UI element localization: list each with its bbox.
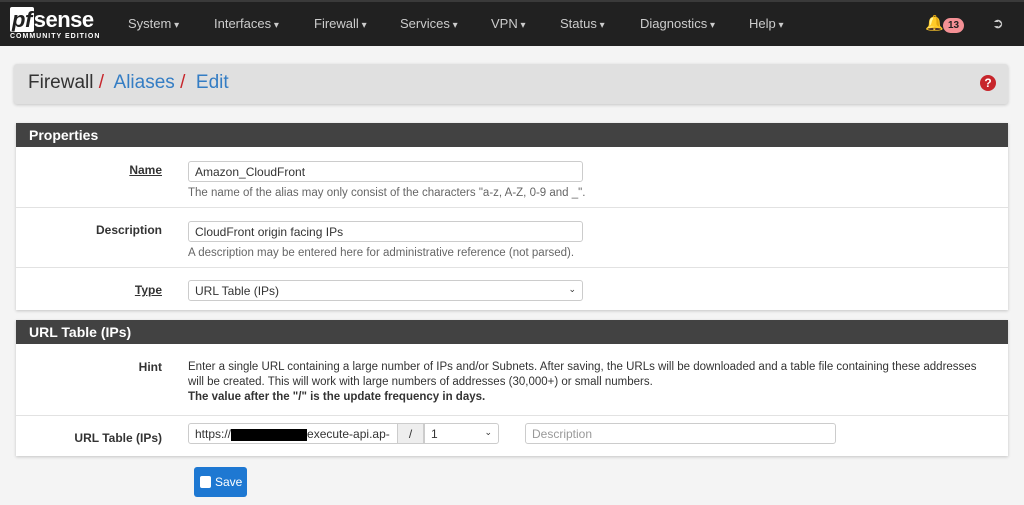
menu-diagnostics[interactable]: Diagnostics	[640, 16, 715, 31]
slash-addon: /	[397, 423, 424, 444]
bell-icon[interactable]: 🔔	[925, 14, 944, 32]
hint-bold: The value after the "/" is the update fr…	[188, 391, 486, 403]
url-table-panel: URL Table (IPs) Hint Enter a single URL …	[16, 320, 1008, 456]
menu-interfaces[interactable]: Interfaces	[214, 16, 279, 31]
breadcrumb-firewall: Firewall	[28, 72, 94, 93]
url-input[interactable]: https://execute-api.ap-	[188, 423, 398, 444]
menu-firewall[interactable]: Firewall	[314, 16, 367, 31]
save-button[interactable]: Save	[194, 467, 247, 497]
description-label: Description	[95, 223, 162, 237]
pfsense-logo[interactable]: pfsense COMMUNITY EDITION	[10, 7, 100, 41]
menu-help[interactable]: Help	[749, 16, 784, 31]
breadcrumb-edit[interactable]: Edit	[196, 72, 229, 93]
logout-icon[interactable]: ➲	[992, 15, 1004, 32]
notification-badge[interactable]: 13	[943, 18, 965, 33]
menu-services[interactable]: Services	[400, 16, 458, 31]
url-table-label: URL Table (IPs)	[74, 431, 162, 445]
hint-text: Enter a single URL containing a large nu…	[188, 361, 977, 388]
hint-label: Hint	[138, 360, 162, 374]
frequency-select[interactable]: 1 ⌄	[424, 423, 499, 444]
menu-vpn[interactable]: VPN	[491, 16, 526, 31]
menu-status[interactable]: Status	[560, 16, 605, 31]
breadcrumb: Firewall / Aliases / Edit ?	[14, 64, 1008, 104]
menu-system[interactable]: System	[128, 16, 179, 31]
properties-panel: Properties Name Amazon_CloudFront The na…	[16, 123, 1008, 310]
chevron-down-icon: ⌄	[568, 284, 576, 294]
type-select[interactable]: URL Table (IPs) ⌄	[188, 280, 583, 301]
breadcrumb-aliases[interactable]: Aliases	[114, 72, 175, 93]
top-navbar: pfsenseCOMMUNITY EDITION System Interfac…	[0, 0, 1024, 46]
name-help: The name of the alias may only consist o…	[188, 187, 586, 199]
redacted-block	[231, 428, 308, 441]
chevron-down-icon: ⌄	[484, 427, 492, 437]
panel-title: Properties	[16, 123, 1008, 147]
type-label: Type	[134, 283, 162, 297]
help-icon[interactable]: ?	[980, 75, 996, 91]
url-description-input[interactable]: Description	[525, 423, 836, 444]
name-input[interactable]: Amazon_CloudFront	[188, 161, 583, 182]
name-label: Name	[129, 163, 162, 177]
description-help: A description may be entered here for ad…	[188, 247, 575, 259]
panel-title: URL Table (IPs)	[16, 320, 1008, 344]
save-icon	[200, 476, 211, 488]
description-input[interactable]: CloudFront origin facing IPs	[188, 221, 583, 242]
